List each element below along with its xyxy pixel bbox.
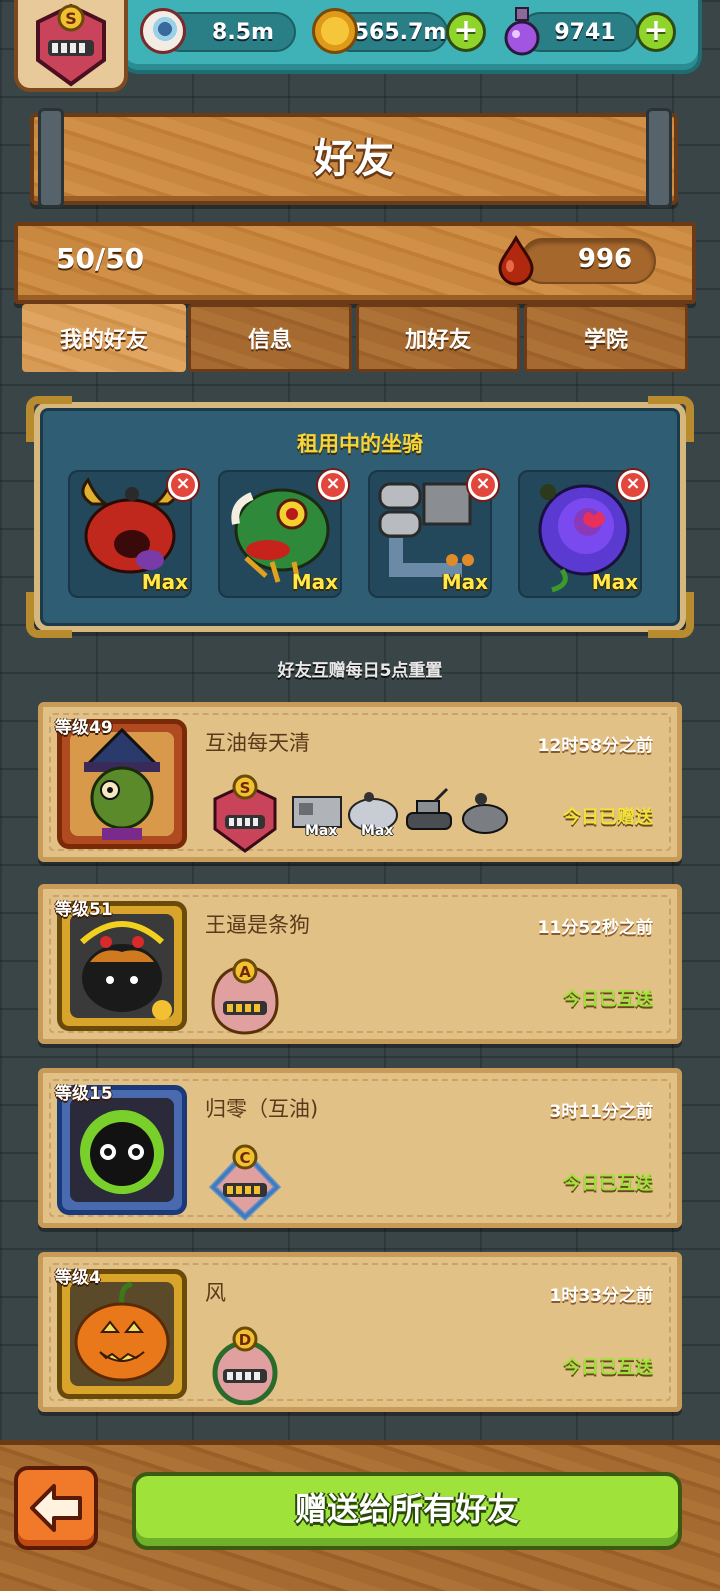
back-button[interactable] — [14, 1466, 98, 1550]
remove-mount-button[interactable]: × — [468, 470, 498, 500]
mount-max-badge: Max — [141, 570, 188, 594]
page-title: 好友 — [314, 136, 394, 182]
gift-status: 今日已赠送 — [563, 807, 653, 828]
friend-name: 风 — [205, 1281, 226, 1305]
friend-rank-badge: A — [205, 953, 285, 1041]
friend-rank-badge: D — [205, 1321, 285, 1409]
friend-rank-badge: S — [205, 771, 285, 859]
player-profile-badge[interactable]: S — [14, 0, 128, 92]
player-rank-letter: S — [65, 9, 77, 28]
add-potions-button[interactable]: + — [636, 12, 676, 52]
friend-rank-badge: C — [205, 1137, 285, 1225]
rank-c-icon: C — [208, 1144, 282, 1222]
panel-corner — [648, 592, 694, 638]
turtle-mount-icon — [462, 793, 508, 834]
friend-mount[interactable]: Max — [289, 787, 345, 839]
eyeball-value: 8.5m — [212, 19, 274, 45]
player-rank-icon: S — [36, 3, 106, 87]
mount-max-badge: Max — [361, 823, 394, 839]
mount-max-badge: Max — [305, 823, 338, 839]
remove-mount-button[interactable]: × — [318, 470, 348, 500]
daily-reset-note: 好友互赠每日5点重置 — [277, 661, 443, 681]
friend-name: 互油每天清 — [205, 731, 310, 755]
friend-level: 等级4 — [55, 1268, 101, 1288]
friend-last-seen: 12时58分之前 — [537, 736, 653, 756]
gift-status: 今日已互送 — [563, 1357, 653, 1378]
tank-mount-icon — [406, 787, 452, 830]
friend-avatar[interactable] — [57, 719, 187, 849]
add-coins-button[interactable]: + — [446, 12, 486, 52]
potion-icon — [504, 7, 540, 56]
back-arrow-icon — [30, 1484, 82, 1532]
coin-icon — [312, 8, 358, 54]
tab-my-friends[interactable]: 我的好友 — [22, 304, 186, 372]
pumpkin-avatar-icon — [70, 1281, 174, 1386]
tab-messages[interactable]: 信息 — [188, 304, 352, 372]
title-strap-left — [38, 108, 64, 208]
friend-level: 等级49 — [55, 718, 113, 738]
friend-card[interactable]: 等级4 风 1时33分之前 D 今日已互送 — [38, 1252, 682, 1412]
friend-avatar[interactable] — [57, 1085, 187, 1215]
rented-mounts-title: 租用中的坐骑 — [297, 432, 423, 456]
rank-letter: D — [239, 1331, 251, 1349]
tab-academy[interactable]: 学院 — [524, 304, 688, 372]
friend-count: 50/50 — [56, 242, 145, 275]
rank-letter: C — [239, 1149, 250, 1167]
green-witch-avatar-icon — [70, 727, 174, 840]
friend-avatar[interactable] — [57, 901, 187, 1031]
tab-add-friends[interactable]: 加好友 — [356, 304, 520, 372]
friend-mount[interactable] — [457, 787, 513, 837]
friend-mount[interactable]: Max — [345, 787, 401, 839]
friend-card[interactable]: 等级15 归零（互油) 3时11分之前 C 今日已互送 — [38, 1068, 682, 1228]
blood-drop-value: 996 — [577, 244, 633, 274]
black-cat-demon-avatar-icon — [70, 914, 174, 1020]
rank-letter: A — [239, 963, 251, 981]
friend-avatar[interactable] — [57, 1269, 187, 1399]
blood-drop-icon — [498, 234, 534, 286]
friend-level: 等级15 — [55, 1084, 113, 1104]
remove-mount-button[interactable]: × — [618, 470, 648, 500]
coin-value: 565.7m — [353, 19, 447, 45]
friend-last-seen: 3时11分之前 — [549, 1102, 654, 1122]
eyeball-icon — [140, 8, 186, 54]
mount-max-badge: Max — [441, 570, 488, 594]
panel-corner — [26, 592, 72, 638]
rank-a-icon: A — [211, 958, 279, 1035]
rank-d-icon: D — [212, 1326, 278, 1406]
friend-last-seen: 1时33分之前 — [549, 1286, 654, 1306]
friend-card[interactable]: 等级49 互油每天清 12时58分之前 S Max Max 今日已赠送 — [38, 702, 682, 862]
rank-letter: S — [240, 779, 251, 797]
friend-last-seen: 11分52秒之前 — [537, 918, 653, 938]
remove-mount-button[interactable]: × — [168, 470, 198, 500]
gift-status: 今日已互送 — [563, 1173, 653, 1194]
rank-s-icon: S — [213, 774, 277, 853]
friend-name: 归零（互油) — [205, 1097, 319, 1121]
title-strap-right — [646, 108, 672, 208]
friend-mount[interactable] — [401, 787, 457, 837]
gift-status: 今日已互送 — [563, 989, 653, 1010]
mount-max-badge: Max — [591, 570, 638, 594]
green-fuzzball-avatar-icon — [70, 1098, 174, 1202]
mount-max-badge: Max — [291, 570, 338, 594]
send-to-all-friends-button[interactable]: 赠送给所有好友 — [132, 1472, 682, 1550]
potion-value: 9741 — [554, 19, 616, 45]
friend-name: 王逼是条狗 — [205, 913, 310, 937]
friend-card[interactable]: 等级51 王逼是条狗 11分52秒之前 A 今日已互送 — [38, 884, 682, 1044]
friend-level: 等级51 — [55, 900, 113, 920]
page-title-plank: 好友 — [30, 113, 678, 205]
